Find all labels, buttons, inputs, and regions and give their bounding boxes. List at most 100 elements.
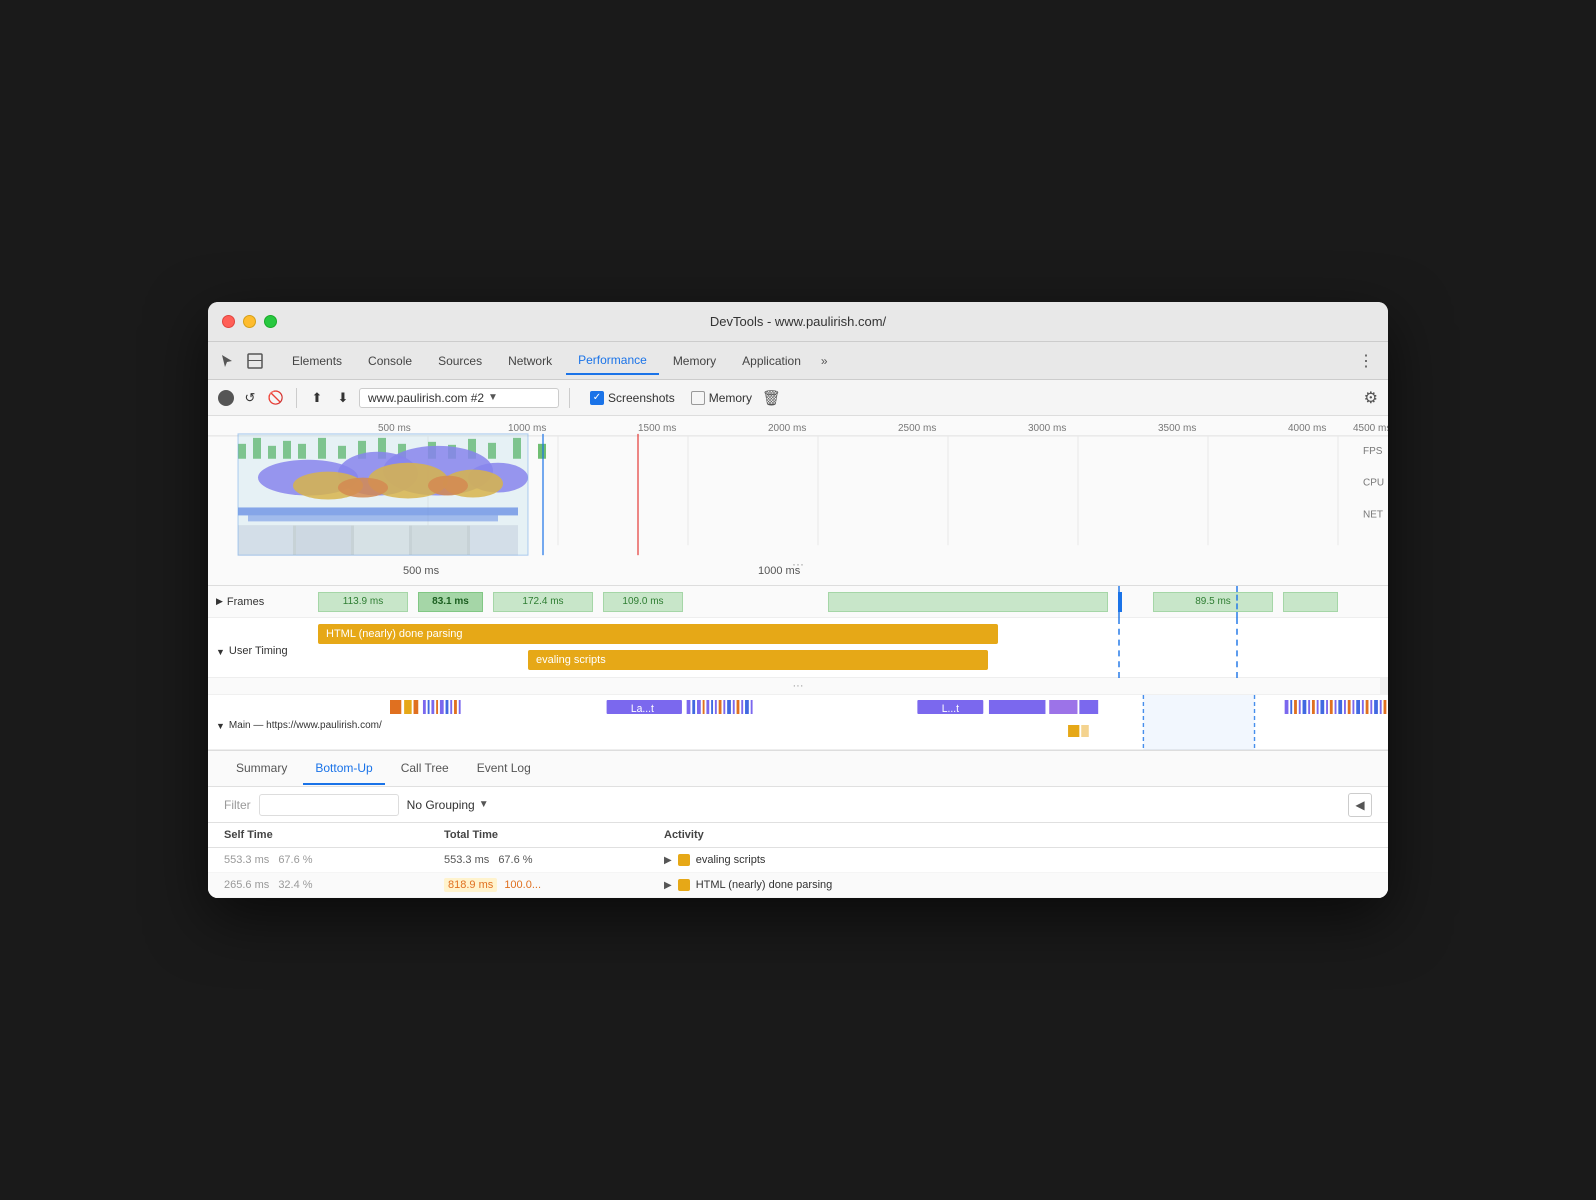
- devtools-window: DevTools - www.paulirish.com/ Elements C…: [208, 302, 1388, 898]
- collapse-button[interactable]: ◀: [1348, 793, 1372, 817]
- window-title: DevTools - www.paulirish.com/: [710, 314, 886, 329]
- grouping-arrow: ▼: [479, 799, 489, 810]
- tab-call-tree[interactable]: Call Tree: [389, 753, 461, 785]
- tab-performance[interactable]: Performance: [566, 347, 659, 375]
- maximize-button[interactable]: [264, 315, 277, 328]
- main-row: ▼ Main — https://www.paulirish.com/: [208, 695, 1388, 750]
- tab-bottom-up[interactable]: Bottom-Up: [303, 753, 384, 785]
- bottom-section: Summary Bottom-Up Call Tree Event Log Fi…: [208, 751, 1388, 898]
- memory-label: Memory: [709, 391, 752, 405]
- frames-row: ▶ Frames 113.9 ms 83.1 ms 172.4 ms 109.0…: [208, 586, 1388, 618]
- main-label: ▼ Main — https://www.paulirish.com/: [208, 713, 390, 732]
- frame-block-3: 172.4 ms: [493, 592, 593, 612]
- user-timing-label: ▼ User Timing: [208, 639, 318, 657]
- main-content: La...t: [390, 695, 1388, 750]
- tab-network[interactable]: Network: [496, 348, 564, 374]
- timeline-ellipsis: ···: [792, 557, 804, 571]
- tab-event-log[interactable]: Event Log: [465, 753, 543, 785]
- svg-text:FPS: FPS: [1363, 446, 1383, 457]
- expand-icon-1[interactable]: ▶: [664, 855, 672, 866]
- svg-text:4500 ms: 4500 ms: [1353, 423, 1388, 434]
- toolbar: ↺ 🚫 ⬆ ⬇ www.paulirish.com #2 ▼ ✓ Screens…: [208, 380, 1388, 416]
- frame-block-4: 109.0 ms: [603, 592, 683, 612]
- tab-bar: Elements Console Sources Network Perform…: [208, 342, 1388, 380]
- self-time-cell-1: 553.3 ms 67.6 %: [208, 848, 428, 873]
- filter-right: ◀: [1348, 793, 1372, 817]
- tab-bar-icons: [216, 350, 266, 372]
- settings-button[interactable]: ⚙: [1364, 388, 1378, 408]
- timeline-overview: 500 ms 1000 ms 1500 ms 2000 ms 2500 ms 3…: [208, 416, 1388, 586]
- clear-button[interactable]: 🚫: [266, 388, 286, 408]
- user-timing-row: ▼ User Timing HTML (nearly) done parsing…: [208, 618, 1388, 678]
- upload-button[interactable]: ⬆: [307, 388, 327, 408]
- total-time-cell-1: 553.3 ms 67.6 %: [428, 848, 648, 873]
- col-activity[interactable]: Activity: [648, 823, 1388, 848]
- scrubber-left-time: 500 ms: [403, 565, 439, 577]
- activity-color-2: [678, 879, 690, 891]
- cursor-icon[interactable]: [216, 350, 238, 372]
- total-time-cell-2: 818.9 ms 100.0...: [428, 873, 648, 898]
- clear-recordings-button[interactable]: 🗑: [762, 389, 781, 407]
- close-button[interactable]: [222, 315, 235, 328]
- ellipsis-separator: ···: [208, 678, 1388, 695]
- svg-text:L...t: L...t: [941, 702, 958, 714]
- screenshots-label: Screenshots: [608, 391, 675, 405]
- memory-checkbox[interactable]: [691, 391, 705, 405]
- tab-elements[interactable]: Elements: [280, 348, 354, 374]
- ut-block-html: HTML (nearly) done parsing: [318, 624, 998, 644]
- ut-selection-right: [1236, 618, 1238, 678]
- frames-content: 113.9 ms 83.1 ms 172.4 ms 109.0 ms 89.5 …: [318, 586, 1388, 618]
- frames-triangle: ▶: [216, 596, 223, 607]
- download-button[interactable]: ⬇: [333, 388, 353, 408]
- devtools-menu-icon[interactable]: ⋮: [1352, 351, 1380, 371]
- activity-content-2: ▶ HTML (nearly) done parsing: [664, 879, 1372, 891]
- svg-text:CPU: CPU: [1363, 478, 1384, 489]
- memory-group: Memory: [691, 391, 752, 405]
- reload-button[interactable]: ↺: [240, 388, 260, 408]
- expand-icon-2[interactable]: ▶: [664, 880, 672, 891]
- tab-application[interactable]: Application: [730, 348, 813, 374]
- self-time-cell-2: 265.6 ms 32.4 %: [208, 873, 428, 898]
- svg-text:2500 ms: 2500 ms: [898, 423, 936, 434]
- frame-block-1: 113.9 ms: [318, 592, 408, 612]
- profile-selector[interactable]: www.paulirish.com #2 ▼: [359, 388, 559, 408]
- frame-block-5: [828, 592, 1108, 612]
- record-button[interactable]: [218, 390, 234, 406]
- more-tabs-button[interactable]: »: [815, 354, 834, 368]
- profile-dropdown-arrow[interactable]: ▼: [488, 392, 498, 403]
- flame-area: ▶ Frames 113.9 ms 83.1 ms 172.4 ms 109.0…: [208, 586, 1388, 751]
- filter-label: Filter: [224, 798, 251, 812]
- screenshots-group: ✓ Screenshots: [590, 391, 675, 405]
- screenshots-checkbox[interactable]: ✓: [590, 391, 604, 405]
- col-total-time[interactable]: Total Time: [428, 823, 648, 848]
- profile-name: www.paulirish.com #2: [368, 391, 484, 405]
- tab-summary[interactable]: Summary: [224, 753, 299, 785]
- frames-label: ▶ Frames: [208, 596, 318, 608]
- svg-text:3000 ms: 3000 ms: [1028, 423, 1066, 434]
- traffic-lights: [222, 315, 277, 328]
- main-triangle: ▼: [216, 721, 225, 731]
- title-bar: DevTools - www.paulirish.com/: [208, 302, 1388, 342]
- minimize-button[interactable]: [243, 315, 256, 328]
- tab-sources[interactable]: Sources: [426, 348, 494, 374]
- col-self-time[interactable]: Self Time: [208, 823, 428, 848]
- toolbar-separator-2: [569, 388, 570, 408]
- dock-icon[interactable]: [244, 350, 266, 372]
- tab-memory[interactable]: Memory: [661, 348, 728, 374]
- frames-text: Frames: [227, 596, 264, 608]
- activity-cell-2: ▶ HTML (nearly) done parsing: [648, 873, 1388, 898]
- table-row: 265.6 ms 32.4 % 818.9 ms 100.0... ▶ HTML…: [208, 873, 1388, 898]
- svg-text:4000 ms: 4000 ms: [1288, 423, 1326, 434]
- svg-text:1000 ms: 1000 ms: [508, 423, 546, 434]
- activity-content-1: ▶ evaling scripts: [664, 854, 1372, 866]
- grouping-dropdown[interactable]: No Grouping ▼: [407, 798, 489, 812]
- selection-right: [1236, 586, 1238, 618]
- svg-text:1500 ms: 1500 ms: [638, 423, 676, 434]
- data-table: Self Time Total Time Activity 553.3 ms 6…: [208, 823, 1388, 898]
- table-row: 553.3 ms 67.6 % 553.3 ms 67.6 % ▶ evalin…: [208, 848, 1388, 873]
- svg-text:La...t: La...t: [631, 702, 654, 714]
- user-timing-text: User Timing: [229, 645, 288, 657]
- tab-console[interactable]: Console: [356, 348, 424, 374]
- filter-input[interactable]: [259, 794, 399, 816]
- selection-left: [1118, 586, 1120, 618]
